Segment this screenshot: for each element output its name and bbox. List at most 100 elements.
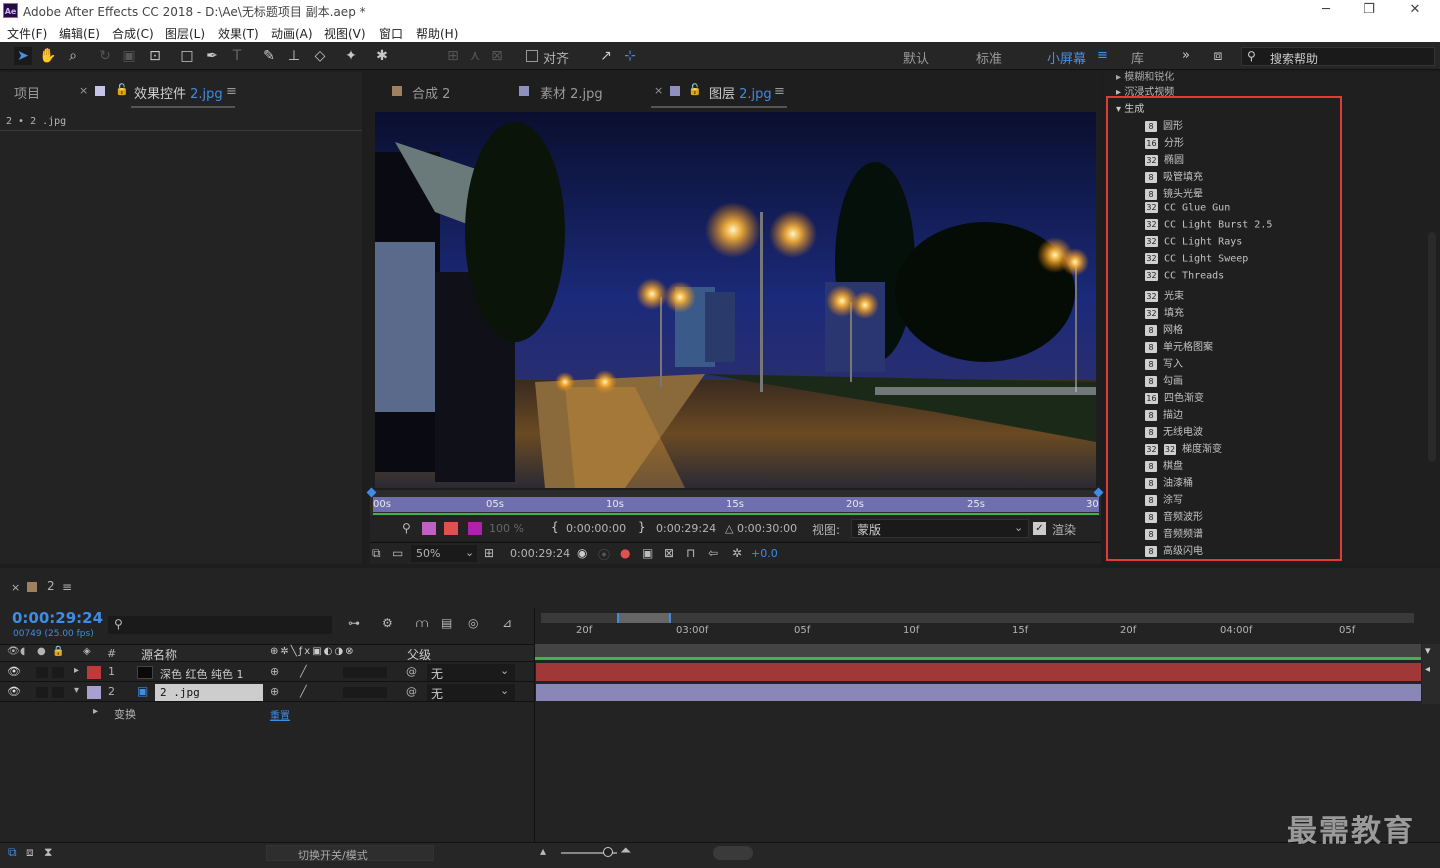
timeline-comp-name[interactable]: 2 [47, 579, 55, 593]
solo-toggle[interactable] [36, 667, 48, 678]
menu-layer[interactable]: 图层(L) [165, 25, 205, 42]
mask-swatch[interactable] [468, 522, 482, 535]
time-navigator[interactable] [541, 613, 1414, 623]
tab-effect-controls[interactable]: 效果控件 2.jpg [134, 83, 223, 102]
effect-item[interactable]: 8 圆形 [1145, 117, 1183, 133]
effect-item[interactable]: 32 32 梯度渐变 [1145, 440, 1222, 456]
snap-target-icon[interactable]: ⊹ [621, 47, 639, 65]
toggle-switches-icon[interactable]: ⧉ [8, 845, 17, 860]
layer-label-color[interactable] [87, 666, 101, 679]
eye-icon[interactable]: 👁 [7, 665, 21, 678]
comp-marker-icon[interactable]: ▾ [1425, 644, 1431, 657]
layer-lock-icon[interactable]: 🔓 [688, 83, 702, 96]
rotate-tool-icon[interactable]: ↻ [96, 47, 114, 65]
current-time-indicator[interactable] [1093, 487, 1104, 498]
effect-item[interactable]: 32 CC Light Rays [1145, 236, 1242, 252]
view-dropdown[interactable]: 蒙版 ⌄ [851, 519, 1029, 538]
effect-item[interactable]: 8 吸管填充 [1145, 168, 1203, 184]
effect-item[interactable]: 32 光束 [1145, 287, 1184, 303]
menu-composition[interactable]: 合成(C) [112, 25, 154, 42]
render-checkbox[interactable]: ✓ [1033, 522, 1046, 535]
zoom-out-icon[interactable]: ▴ [540, 844, 546, 858]
shy-layers-icon[interactable]: ⩋ [416, 616, 428, 631]
lock-toggle[interactable] [52, 687, 64, 698]
effect-item[interactable]: 8 油漆桶 [1145, 474, 1193, 490]
more-workspaces-icon[interactable]: » [1182, 48, 1190, 63]
chevron-right-icon[interactable]: ▸ [93, 706, 98, 717]
brush-tool-icon[interactable]: ✎ [260, 47, 278, 65]
layer-name[interactable]: 2 .jpg [160, 686, 200, 699]
mask-color-icon[interactable] [422, 522, 436, 535]
pen-tool-icon[interactable]: ✒ [203, 47, 221, 65]
maximize-button[interactable]: ❐ [1354, 2, 1384, 17]
draft-3d-icon[interactable]: ⚙ [382, 616, 393, 630]
effect-item[interactable]: 16 分形 [1145, 134, 1184, 150]
clone-stamp-tool-icon[interactable]: ⊥ [285, 47, 303, 65]
channel-icon[interactable]: ● [620, 546, 630, 560]
effect-item[interactable]: 8 描边 [1145, 406, 1183, 422]
axis-local-icon[interactable]: ⊞ [444, 47, 462, 65]
workspace-standard[interactable]: 标准 [976, 48, 1002, 67]
timeline-ruler[interactable]: 20f 03:00f 05f 10f 15f 20f 04:00f 05f [537, 624, 1421, 644]
layer-marker-icon[interactable]: ◂ [1425, 664, 1430, 675]
toggle-in-out-icon[interactable]: ⧗ [44, 845, 52, 860]
axis-view-icon[interactable]: ⊠ [488, 47, 506, 65]
switches-cells[interactable] [343, 667, 387, 678]
menu-animation[interactable]: 动画(A) [271, 25, 313, 42]
snap-icon[interactable]: ↗ [597, 47, 615, 65]
effect-item[interactable]: 32 填充 [1145, 304, 1184, 320]
align-checkbox[interactable] [526, 50, 538, 62]
timeline-scroll-thumb[interactable] [713, 846, 753, 860]
walk-icon[interactable]: ⚲ [402, 521, 411, 535]
layer-image-night-street[interactable] [375, 112, 1096, 488]
workspace-menu-icon[interactable]: ≡ [1097, 48, 1108, 63]
workspace-default[interactable]: 默认 [903, 48, 929, 67]
effect-item[interactable]: 32 椭圆 [1145, 151, 1184, 167]
chevron-down-icon[interactable]: ▾ [74, 685, 79, 696]
opacity-readout[interactable]: 100 % [489, 522, 524, 535]
effect-item[interactable]: 8 单元格图案 [1145, 338, 1213, 354]
show-snapshot-icon[interactable]: ⦿ [598, 546, 610, 563]
mask-color-icon[interactable] [444, 522, 458, 535]
comp-flowchart-icon[interactable]: ⊓ [686, 546, 695, 560]
comp-mini-flowchart-icon[interactable]: ⊶ [348, 616, 360, 630]
effect-item[interactable]: 32 CC Light Burst 2.5 [1145, 219, 1272, 235]
toggle-switches-modes-button[interactable]: 切换开关/模式 [266, 845, 434, 862]
frame-blending-icon[interactable]: ▤ [441, 616, 452, 630]
tab-layer[interactable]: 图层 2.jpg [709, 83, 772, 102]
pick-whip-icon[interactable]: @ [406, 685, 417, 698]
collapse-switch-icon[interactable]: ⊕ [270, 665, 279, 678]
effect-item[interactable]: 32 CC Light Sweep [1145, 253, 1248, 269]
layer-row[interactable]: 👁 ▾ 2 ▣ 2 .jpg ⊕ ╱ @ 无 ⌄ [0, 683, 534, 702]
motion-blur-icon[interactable]: ◎ [468, 616, 478, 630]
in-time[interactable]: 0:00:00:00 [566, 522, 626, 535]
eraser-tool-icon[interactable]: ◇ [311, 47, 329, 65]
axis-world-icon[interactable]: ⋏ [466, 47, 484, 65]
monitor-icon[interactable]: ▭ [392, 546, 403, 560]
effect-category-blur[interactable]: ▸ 模糊和锐化 [1116, 68, 1174, 83]
rectangle-tool-icon[interactable]: □ [178, 47, 196, 65]
tab-project[interactable]: 项目 [14, 83, 40, 102]
transform-reset-link[interactable]: 重置 [270, 707, 290, 722]
close-tab-icon[interactable]: × [79, 84, 88, 97]
close-timeline-tab-icon[interactable]: × [11, 581, 20, 594]
effect-item[interactable]: 8 音频波形 [1145, 508, 1203, 524]
layer-label-color[interactable] [87, 686, 101, 699]
lock-icon[interactable]: 🔓 [115, 83, 129, 96]
tab-composition[interactable]: 合成 2 [412, 83, 450, 102]
workspace-small-screen[interactable]: 小屏幕 [1047, 48, 1086, 67]
quality-switch-icon[interactable]: ╱ [300, 665, 307, 678]
effect-item[interactable]: 8 棋盘 [1145, 457, 1183, 473]
zoom-slider-thumb[interactable] [603, 847, 613, 857]
switches-cells[interactable] [343, 687, 387, 698]
menu-help[interactable]: 帮助(H) [416, 25, 458, 42]
effects-scrollbar[interactable] [1428, 232, 1436, 462]
hand-tool-icon[interactable]: ✋ [39, 47, 57, 65]
collapse-switch-icon[interactable]: ⊕ [270, 685, 279, 698]
effect-item[interactable]: 8 勾画 [1145, 372, 1183, 388]
viewer-menu-icon[interactable]: ≡ [774, 84, 785, 99]
camera-tool-icon[interactable]: ▣ [120, 47, 138, 65]
effect-item[interactable]: 16 四色渐变 [1145, 389, 1204, 405]
selection-tool-icon[interactable]: ➤ [14, 47, 32, 65]
viewer-timecode[interactable]: 0:00:29:24 [510, 547, 570, 560]
